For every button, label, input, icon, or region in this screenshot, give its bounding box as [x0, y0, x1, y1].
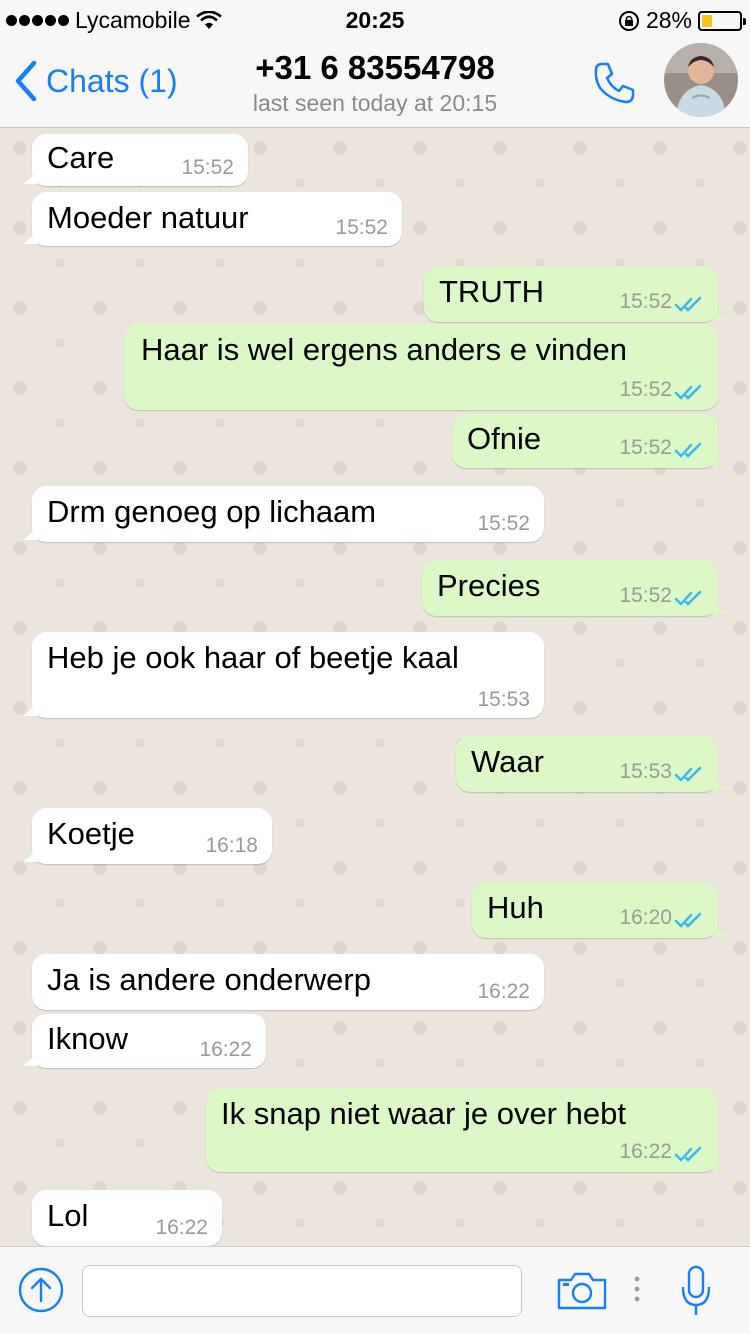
message-text: Precies [437, 568, 541, 603]
message-bubble-incoming[interactable]: Drm genoeg op lichaam 15:52 [23, 486, 544, 542]
status-bar: Lycamobile 20:25 28% [0, 0, 750, 40]
message-bubble-incoming[interactable]: Koetje 16:18 [23, 808, 272, 864]
battery-icon [698, 10, 746, 31]
phone-icon [594, 62, 635, 104]
message-time: 15:53 [477, 688, 530, 711]
message-bubble-incoming[interactable]: Lol 16:22 [32, 1190, 222, 1246]
read-ticks-icon [674, 1146, 702, 1162]
read-ticks-icon [674, 590, 702, 606]
message-text: TRUTH [439, 274, 545, 309]
message-time: 15:52 [619, 290, 672, 313]
avatar-image [664, 43, 738, 117]
message-bubble-outgoing[interactable]: Waar 15:53 [456, 736, 727, 792]
message-time: 16:22 [619, 1140, 672, 1163]
more-dots-icon [633, 1275, 641, 1308]
contact-info[interactable]: +31 6 83554798 last seen today at 20:15 [200, 48, 550, 118]
battery-percent: 28% [645, 7, 692, 33]
message-time: 15:52 [619, 378, 672, 401]
back-label: Chats (1) [46, 62, 178, 99]
message-text: Ofnie [467, 421, 542, 456]
microphone-icon [681, 1265, 711, 1315]
message-time: 15:52 [477, 512, 530, 535]
message-text: Haar is wel ergens anders e vinden [141, 332, 627, 367]
message-time: 15:52 [181, 156, 234, 179]
message-text: Drm genoeg op lichaam [47, 494, 377, 529]
camera-icon [557, 1272, 607, 1310]
message-bubble-outgoing[interactable]: Ofnie 15:52 [452, 414, 727, 468]
composer-bar [0, 1246, 750, 1334]
call-button[interactable] [590, 58, 638, 111]
message-bubble-outgoing[interactable]: Precies 15:52 [422, 560, 727, 616]
message-time: 15:52 [619, 436, 672, 459]
message-time: 16:20 [619, 906, 672, 929]
message-text: Waar [471, 744, 544, 779]
message-time: 15:52 [335, 216, 388, 239]
contact-avatar[interactable] [664, 43, 738, 117]
camera-button[interactable] [556, 1271, 608, 1316]
upload-icon [18, 1267, 64, 1313]
read-ticks-icon [674, 296, 702, 312]
message-text: Care [47, 140, 115, 175]
message-bubble-incoming[interactable]: Heb je ook haar of beetje kaal 15:53 [23, 632, 544, 718]
message-bubble-incoming[interactable]: Iknow 16:22 [23, 1014, 266, 1068]
message-bubble-outgoing[interactable]: Huh 16:20 [472, 882, 727, 938]
message-text: Moeder natuur [47, 200, 249, 235]
message-time: 16:22 [477, 980, 530, 1003]
message-time: 16:22 [199, 1038, 252, 1061]
message-list[interactable]: Care 15:52 Moeder natuur 15:52 TRUTH 15:… [0, 128, 750, 1246]
message-bubble-outgoing[interactable]: TRUTH 15:52 [424, 266, 727, 322]
chevron-left-icon [15, 60, 37, 102]
message-time: 15:52 [619, 584, 672, 607]
last-seen-status: last seen today at 20:15 [252, 90, 498, 116]
message-time: 16:18 [205, 834, 258, 857]
read-ticks-icon [674, 442, 702, 458]
back-to-chats-button[interactable]: Chats (1) [14, 60, 178, 102]
read-ticks-icon [674, 766, 702, 782]
chat-header: Chats (1) +31 6 83554798 last seen today… [0, 40, 750, 128]
message-text: Iknow [47, 1021, 128, 1056]
message-bubble-incoming[interactable]: Moeder natuur 15:52 [23, 192, 402, 246]
message-bubble-incoming[interactable]: Ja is andere onderwerp 16:22 [32, 954, 544, 1010]
message-time: 16:22 [155, 1216, 208, 1239]
contact-name: +31 6 83554798 [255, 49, 495, 86]
attach-button[interactable] [18, 1267, 64, 1318]
message-bubble-outgoing[interactable]: Haar is wel ergens anders e vinden 15:52 [124, 324, 718, 410]
message-text: Ik snap niet waar je over hebt [221, 1096, 626, 1131]
message-text: Heb je ook haar of beetje kaal [47, 640, 459, 675]
rotation-lock-icon [618, 10, 639, 31]
message-time: 15:53 [619, 760, 672, 783]
read-ticks-icon [674, 912, 702, 928]
voice-message-button[interactable] [680, 1265, 712, 1322]
message-text: Koetje [47, 816, 135, 851]
message-text: Ja is andere onderwerp [47, 962, 371, 997]
message-input[interactable] [82, 1265, 522, 1317]
message-text: Huh [487, 890, 544, 925]
status-right: 28% [618, 7, 746, 34]
message-text: Lol [47, 1198, 89, 1233]
read-ticks-icon [674, 384, 702, 400]
message-bubble-incoming[interactable]: Care 15:52 [23, 134, 248, 186]
message-bubble-outgoing[interactable]: Ik snap niet waar je over hebt 16:22 [206, 1088, 727, 1172]
